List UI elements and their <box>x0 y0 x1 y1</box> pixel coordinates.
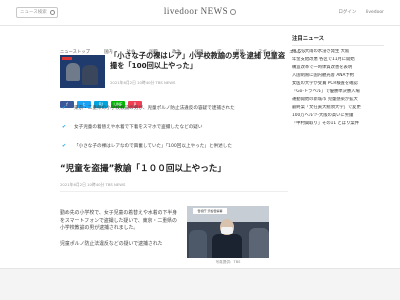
sidebar-ranking: 注目ニュース 線上で大雨の水浸き発生 大阪 年金支給改悪 各区で11月に開始 構… <box>292 34 384 129</box>
sidebar-news-item[interactable]: 「中村関取り」その11 とぼり案件 <box>292 121 384 129</box>
sidebar-news-item[interactable]: 最終案「文在寅大統領大学」で変更 <box>292 105 384 113</box>
check-icon: ✔ <box>62 143 67 149</box>
sidebar-news-item[interactable]: 入国制限に国内観光客 ANA予約 <box>292 73 384 81</box>
logo-text: livedoor NEWS <box>163 6 229 16</box>
summary-text: 「小さな子の裸はレアなので興奮していた」「100回以上やった」と供述した <box>74 144 232 149</box>
photo-mask <box>221 227 233 234</box>
sidebar-news-item[interactable]: 「Go-トラベル」で優勝準決勝入場 <box>292 89 384 97</box>
photo-caption: 写真提供：TBS <box>215 260 241 264</box>
search-input[interactable]: ニュース検索 <box>16 7 58 18</box>
photo-bystander <box>249 228 269 258</box>
summary-item: ✔ 女子児童の着替えや水着で下着をスマホで盗撮したなどの疑い <box>60 124 285 143</box>
search-icon[interactable] <box>50 10 55 15</box>
top-bar: ニュース検索 livedoor NEWS ログイン livedoor <box>0 0 400 26</box>
summary-item: ✔ 東京・二重県の小学校教諭の男が、児童ポルノ防止法違反の容疑で逮捕された <box>60 105 285 124</box>
check-icon: ✔ <box>62 124 67 130</box>
bottom-ad-area <box>0 268 400 300</box>
logo-mark-icon <box>230 8 237 15</box>
article-section-meta: 2021年6月2日 10時40分 TBS NEWS <box>60 182 126 187</box>
thumbnail-person <box>66 63 80 81</box>
sidebar-news-item[interactable]: 構造改革で一時体質改善を表明 <box>292 65 384 73</box>
thumbnail-tag <box>62 57 72 60</box>
divider <box>60 191 288 192</box>
sidebar-news-item[interactable]: 線上で大雨の水浸き発生 大阪 <box>292 49 384 57</box>
category-nav: ニューストップ 国内 社会 国際 政治 経済 IT 芸能 スポーツ エンタメ <box>60 38 306 55</box>
check-icon: ✔ <box>62 105 67 111</box>
sidebar-heading: 注目ニュース <box>292 34 384 46</box>
top-links: ログイン livedoor <box>330 9 384 15</box>
login-link[interactable]: ログイン <box>338 10 356 15</box>
article-meta: 2021年6月2日 10時40分 TBS NEWS <box>110 80 176 85</box>
hero-thumbnail[interactable] <box>60 55 105 88</box>
site-logo[interactable]: livedoor NEWS <box>160 6 240 16</box>
livedoor-link[interactable]: livedoor <box>366 10 384 15</box>
photo-suspect-body <box>212 234 242 258</box>
photo-bystander <box>189 230 207 258</box>
article-headline: 「小さな子の裸はレア」小学校教諭の男を逮捕 児童盗撮を「100回以上やった」 <box>110 51 286 70</box>
article-section-title: “児童を盗撮”教諭「１００回以上やった」 <box>60 164 226 174</box>
article-body: 勤め先の小学校で、女子児童の着替えや水着の下半身をスマートフォンで盗撮した疑いで… <box>60 210 180 256</box>
article-paragraph: 児童ポルノ防止法違反などの疑いで逮捕された <box>60 240 163 247</box>
sidebar-news-item[interactable]: 年金支給改悪 各区で11月に開始 <box>292 57 384 65</box>
article-paragraph: 勤め先の小学校で、女子児童の着替えや水着の下半身をスマートフォンで盗撮した疑いで… <box>60 210 178 232</box>
share-buttons: f t B! LINE P <box>60 91 145 108</box>
article-summary: ✔ 東京・二重県の小学校教諭の男が、児童ポルノ防止法違反の容疑で逮捕された ✔ … <box>60 105 285 162</box>
sidebar-news-item[interactable]: 100万ヘルツ-大阪の高いに警鐘 <box>292 113 384 121</box>
sidebar-news-item[interactable]: 女医の大学が受賞 PCR検査を確認 <box>292 81 384 89</box>
thumbnail-person <box>82 65 98 85</box>
sidebar-news-item[interactable]: 運勤開始の新城市 児童感染が拡大 <box>292 97 384 105</box>
summary-text: 女子児童の着替えや水着で下着をスマホで盗撮したなどの疑い <box>74 125 203 130</box>
article-photo[interactable]: 警視庁 渋谷警察署 <box>187 206 269 258</box>
summary-text: 東京・二重県の小学校教諭の男が、児童ポルノ防止法違反の容疑で逮捕された <box>74 106 235 111</box>
summary-item: ✔ 「小さな子の裸はレアなので興奮していた」「100回以上やった」と供述した <box>60 143 285 162</box>
photo-sign: 警視庁 渋谷警察署 <box>193 208 227 214</box>
search-placeholder: ニュース検索 <box>20 10 47 15</box>
